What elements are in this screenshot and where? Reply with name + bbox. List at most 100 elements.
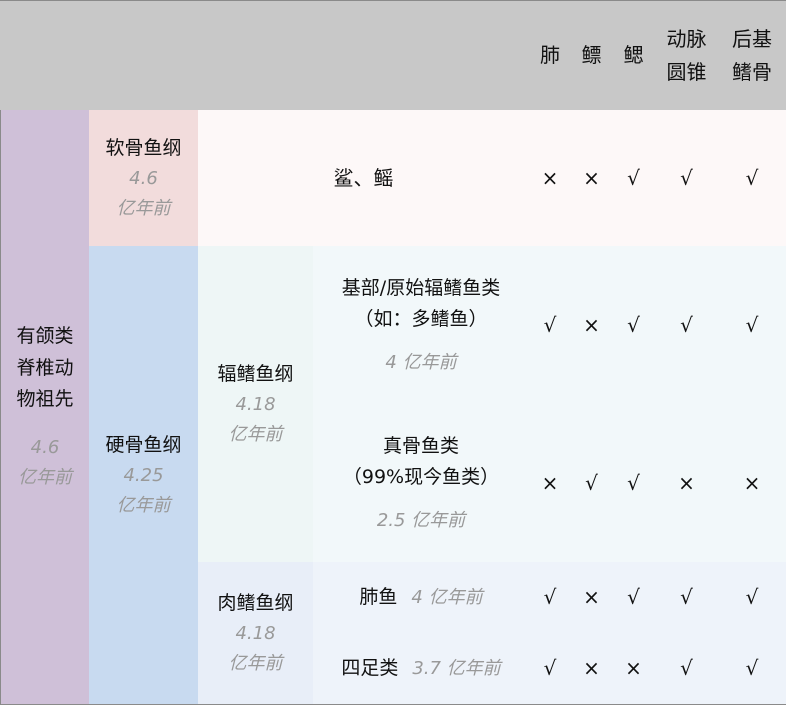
trait-mark: √ — [529, 562, 572, 634]
cell-text: × — [583, 312, 600, 337]
cell-text: 后基 — [732, 26, 772, 51]
class-bony: 硬骨鱼纲 4.25 亿年前 — [89, 246, 199, 705]
cell-text: × — [743, 470, 761, 495]
trait-mark: √ — [718, 110, 786, 247]
cell-text: （99%现今鱼类） — [342, 466, 500, 489]
group-name: 肺鱼 4 亿年前 — [313, 562, 530, 634]
trait-mark: √ — [612, 404, 656, 563]
cell-text: 脊椎动 — [16, 356, 74, 379]
cell-text: × — [583, 585, 600, 609]
cell-text: 辐鳍鱼纲 — [217, 362, 294, 385]
cell-text: 4 亿年前 — [385, 351, 457, 373]
cell-text: √ — [680, 165, 693, 190]
trait-mark: √ — [571, 404, 613, 563]
ancestor-cell: 有颌类脊椎动物祖先 4.6 亿年前 — [0, 110, 90, 705]
cell-text: 亿年前 — [116, 494, 171, 516]
trait-mark: √ — [529, 246, 572, 405]
cell-text: √ — [745, 656, 759, 680]
cell-text: √ — [543, 312, 557, 337]
cell-text: √ — [745, 585, 759, 609]
trait-mark: √ — [655, 633, 719, 705]
cell-text: √ — [585, 470, 598, 495]
trait-mark: √ — [612, 110, 656, 247]
header-blank — [0, 0, 530, 111]
cell-text: 4.25 — [123, 464, 164, 486]
cell-text: √ — [680, 656, 693, 680]
trait-mark: × — [571, 633, 613, 705]
cell-text: 4.18 — [235, 393, 276, 415]
cell-text: √ — [627, 470, 640, 495]
cell-text: 物祖先 — [16, 387, 74, 410]
trait-mark: √ — [655, 246, 719, 405]
column-header: 后基 鳍骨 — [718, 0, 786, 111]
cell-text: （如：多鳍鱼） — [354, 308, 488, 331]
column-header: 动脉 圆锥 — [655, 0, 719, 111]
cell-text: 3.7 亿年前 — [412, 657, 501, 679]
cell-text: 硬骨鱼纲 — [105, 433, 182, 456]
cell-text: √ — [680, 585, 693, 609]
class-ray-finned: 辐鳍鱼纲 4.18 亿年前 — [198, 246, 314, 563]
cell-text: 四足类 — [341, 656, 399, 679]
cell-text: 鳔 — [581, 43, 602, 67]
group-name: 四足类 3.7 亿年前 — [313, 633, 530, 705]
trait-mark: √ — [529, 633, 572, 705]
cell-text: 4.6 — [30, 437, 60, 459]
cell-text: √ — [627, 312, 640, 337]
cell-text: 亿年前 — [228, 423, 283, 445]
trait-mark: √ — [718, 562, 786, 634]
cell-text: √ — [543, 585, 557, 609]
trait-mark: × — [612, 633, 656, 705]
trait-mark: √ — [718, 633, 786, 705]
cell-text: 亿年前 — [228, 652, 283, 674]
cell-text: √ — [627, 585, 640, 609]
cell-text: 肉鳍鱼纲 — [217, 591, 294, 614]
cell-text: × — [625, 656, 642, 680]
cell-text: √ — [543, 656, 557, 680]
cell-text: 动脉 — [666, 26, 707, 51]
cell-text: 鲨、鳐 — [333, 165, 394, 190]
cell-text: 真骨鱼类 — [382, 434, 459, 457]
cell-text: × — [541, 470, 559, 495]
cell-text: 2.5 亿年前 — [376, 509, 466, 531]
cell-text: 肺鱼 — [359, 585, 398, 608]
cell-text: 亿年前 — [18, 467, 72, 489]
column-header: 鳃 — [612, 0, 656, 111]
cell-text: √ — [745, 312, 759, 337]
cell-text: 鳃 — [623, 43, 644, 67]
group-name: 基部/原始辐鳍鱼类 （如：多鳍鱼） 4 亿年前 — [313, 246, 530, 405]
trait-mark: × — [571, 246, 613, 405]
trait-mark: × — [655, 404, 719, 563]
cell-text: √ — [680, 312, 693, 337]
cell-text: 软骨鱼纲 — [105, 136, 182, 159]
trait-mark: √ — [718, 246, 786, 405]
trait-mark: × — [529, 110, 572, 247]
class-cartilaginous: 软骨鱼纲 4.6 亿年前 — [89, 110, 199, 247]
cell-text: 鳍骨 — [732, 59, 772, 84]
cell-text: 4 亿年前 — [411, 586, 483, 608]
trait-mark: × — [718, 404, 786, 563]
trait-mark: √ — [655, 110, 719, 247]
column-header: 鳔 — [571, 0, 613, 111]
examples-cartilaginous: 鲨、鳐 — [198, 110, 530, 247]
trait-mark: √ — [655, 562, 719, 634]
cell-text: × — [678, 470, 695, 495]
class-lobe-finned: 肉鳍鱼纲 4.18 亿年前 — [198, 562, 314, 705]
trait-mark: √ — [612, 246, 656, 405]
trait-mark: √ — [612, 562, 656, 634]
cell-text: × — [541, 165, 559, 190]
cell-text: 4.6 — [129, 167, 158, 189]
cell-text: × — [583, 165, 600, 190]
cell-text: 4.18 — [235, 622, 276, 644]
trait-mark: × — [529, 404, 572, 563]
cell-text: 圆锥 — [666, 59, 707, 84]
cell-text: √ — [627, 165, 640, 190]
cell-text: 基部/原始辐鳍鱼类 — [341, 276, 501, 299]
cell-text: 亿年前 — [116, 197, 171, 219]
trait-mark: × — [571, 562, 613, 634]
cell-text: × — [583, 656, 600, 680]
group-name: 真骨鱼类 （99%现今鱼类） 2.5 亿年前 — [313, 404, 530, 563]
cell-text: √ — [745, 165, 759, 190]
cell-text: 有颌类 — [16, 325, 74, 348]
cell-text: 肺 — [540, 43, 560, 67]
column-header: 肺 — [529, 0, 572, 111]
